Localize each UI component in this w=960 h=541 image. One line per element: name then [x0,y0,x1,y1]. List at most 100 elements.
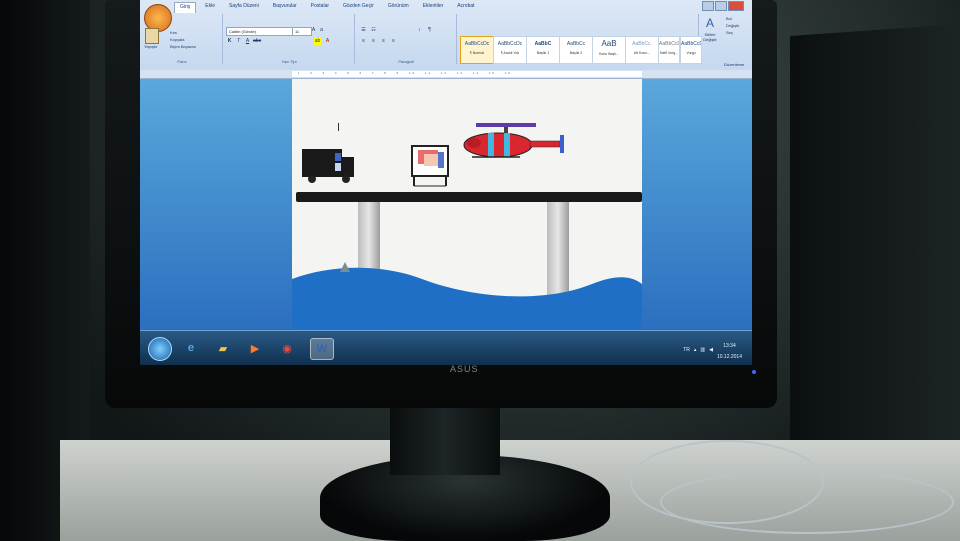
media-player-icon[interactable]: ▶ [244,338,266,358]
underline-button[interactable]: A [244,38,251,45]
numbering-icon[interactable]: ☷ [370,27,377,34]
wagon-drawing [411,145,449,187]
style-normal[interactable]: AaBbCcDc ¶ Normal [460,36,494,64]
word-ribbon: Giriş Ekle Sayfa Düzeni Başvurular Posta… [140,0,752,71]
style-heading-2[interactable]: AaBbCc Başlık 2 [559,36,593,64]
volume-icon[interactable]: ◀ [709,347,713,353]
clock[interactable]: 13:34 10.12.2014 [717,339,742,361]
tab-acrobat[interactable]: Acrobat [452,2,479,13]
style-name: Alt Konu... [633,51,651,55]
horizontal-ruler[interactable]: · 1 · 2 · 3 · 4 · 5 · 6 · 7 · 8 · 9 · 10… [140,70,752,79]
internet-explorer-icon[interactable]: e [180,338,202,358]
bold-button[interactable]: K [226,38,233,45]
water-wave [292,267,642,329]
screen: Giriş Ekle Sayfa Düzeni Başvurular Posta… [140,0,752,365]
style-sample: AaBbCc. [632,41,652,47]
monitor-brand: ASUS [450,364,479,374]
editing-group-label: Düzenleme [724,62,745,67]
justify-icon[interactable]: ≡ [390,38,397,45]
change-styles-icon[interactable]: A [706,16,714,30]
clock-date: 10.12.2014 [716,354,742,360]
style-name: Konu Başlı... [599,52,619,56]
style-name: Başlık 1 [536,51,550,55]
word-taskbar-icon[interactable]: W [310,338,334,360]
paragraph-group-label: Paragraf [398,59,414,64]
tab-review[interactable]: Gözden Geçir [338,2,379,13]
tab-page-layout[interactable]: Sayfa Düzeni [224,2,264,13]
style-name: ¶ Aralık Yok [500,51,520,55]
windows-explorer-icon[interactable]: ▰ [212,338,234,358]
document-page[interactable] [292,79,642,329]
power-led [752,370,756,374]
align-right-icon[interactable]: ≡ [380,38,387,45]
style-sample: AaBbCcDc [497,41,523,47]
tab-references[interactable]: Başvurular [268,2,302,13]
tab-home[interactable]: Giriş [174,2,197,13]
style-name: Vurgu [686,51,696,55]
copy-button[interactable]: Kopyala [170,37,184,42]
font-name-dropdown[interactable]: Calibri (Gövde) [226,27,294,36]
sort-icon[interactable]: ↕ [416,27,423,34]
style-name: Başlık 2 [569,51,583,55]
ribbon-tabs: Giriş Ekle Sayfa Düzeni Başvurular Posta… [174,2,480,13]
tab-insert[interactable]: Ekle [200,2,220,13]
system-tray: TR ▴ ▥ ◀ 13:34 10.12.2014 [683,339,742,361]
cable [660,470,954,534]
document-area [140,79,752,329]
highlight-icon[interactable]: ab [314,38,321,45]
style-sample: AaBbCcDc [464,41,490,47]
style-title[interactable]: AaB Konu Başlı... [592,36,626,64]
align-center-icon[interactable]: ≡ [370,38,377,45]
tray-arrow-icon[interactable]: ▴ [694,347,697,353]
style-name: ¶ Normal [469,51,485,55]
minimize-button[interactable] [702,1,714,11]
paste-icon[interactable] [145,28,159,44]
font-size-dropdown[interactable]: 11 [292,27,312,36]
style-sample: AaBbC [534,41,552,47]
strikethrough-button[interactable]: abc [253,38,261,45]
select-button[interactable]: Seç [726,30,733,35]
language-indicator[interactable]: TR [683,347,690,353]
clock-time: 13:34 [723,343,736,349]
replace-button[interactable]: Değiştir [726,23,740,28]
ruler-scale: · 1 · 2 · 3 · 4 · 5 · 6 · 7 · 8 · 9 · 10… [292,71,642,77]
cut-button[interactable]: Kes [170,30,177,35]
tab-view[interactable]: Görünüm [383,2,414,13]
clipboard-group: Yapıştır Kes Kopyala Biçim Boyacısı Pano [142,14,223,64]
network-icon[interactable]: ▥ [700,347,705,353]
style-subtle-emphasis[interactable]: AaBbCcDc Hafif Vurg... [658,36,680,64]
paragraph-group: ☰ ☷ ↕ ¶ ≡ ≡ ≡ ≡ Paragraf [356,14,457,64]
tab-mailings[interactable]: Postalar [306,2,334,13]
italic-button[interactable]: T [235,38,242,45]
shrink-font-icon[interactable]: a [318,27,325,34]
chrome-icon[interactable]: ◉ [276,338,298,358]
grow-font-icon[interactable]: A [310,27,317,34]
font-group-label: Yazı Tipi [281,59,297,64]
style-sample: AaBbCcDc [659,41,679,47]
font-color-icon[interactable]: A [324,38,331,45]
truck-drawing [302,149,354,183]
maximize-button[interactable] [715,1,727,11]
window-controls [702,1,744,11]
style-emphasis[interactable]: AaBbCcDc Vurgu [680,36,702,64]
style-heading-1[interactable]: AaBbC Başlık 1 [526,36,560,64]
windows-taskbar: e ▰ ▶ ◉ W TR ▴ ▥ ◀ 13:34 10.12.2014 [140,330,752,365]
font-group: Calibri (Gövde) 11 A a K T A abc ab A Ya… [224,14,355,64]
style-no-spacing[interactable]: AaBbCcDc ¶ Aralık Yok [493,36,527,64]
start-orb-icon[interactable] [148,337,172,361]
style-name: Hafif Vurg... [659,51,679,55]
tab-addins[interactable]: Eklentiler [418,2,449,13]
paste-button[interactable]: Yapıştır [144,44,158,49]
shark-fin [340,262,350,272]
change-styles-button[interactable]: Stilleri Değiştir [700,32,720,42]
bridge-road [296,192,642,202]
show-marks-icon[interactable]: ¶ [426,27,433,34]
find-button[interactable]: Bul [726,16,732,21]
bullets-icon[interactable]: ☰ [360,27,367,34]
format-painter-button[interactable]: Biçim Boyacısı [170,44,196,49]
close-button[interactable] [728,1,744,11]
style-sample: AaBbCc [566,41,586,47]
align-left-icon[interactable]: ≡ [360,38,367,45]
style-sample: AaB [601,39,617,48]
style-subtitle[interactable]: AaBbCc. Alt Konu... [625,36,659,64]
